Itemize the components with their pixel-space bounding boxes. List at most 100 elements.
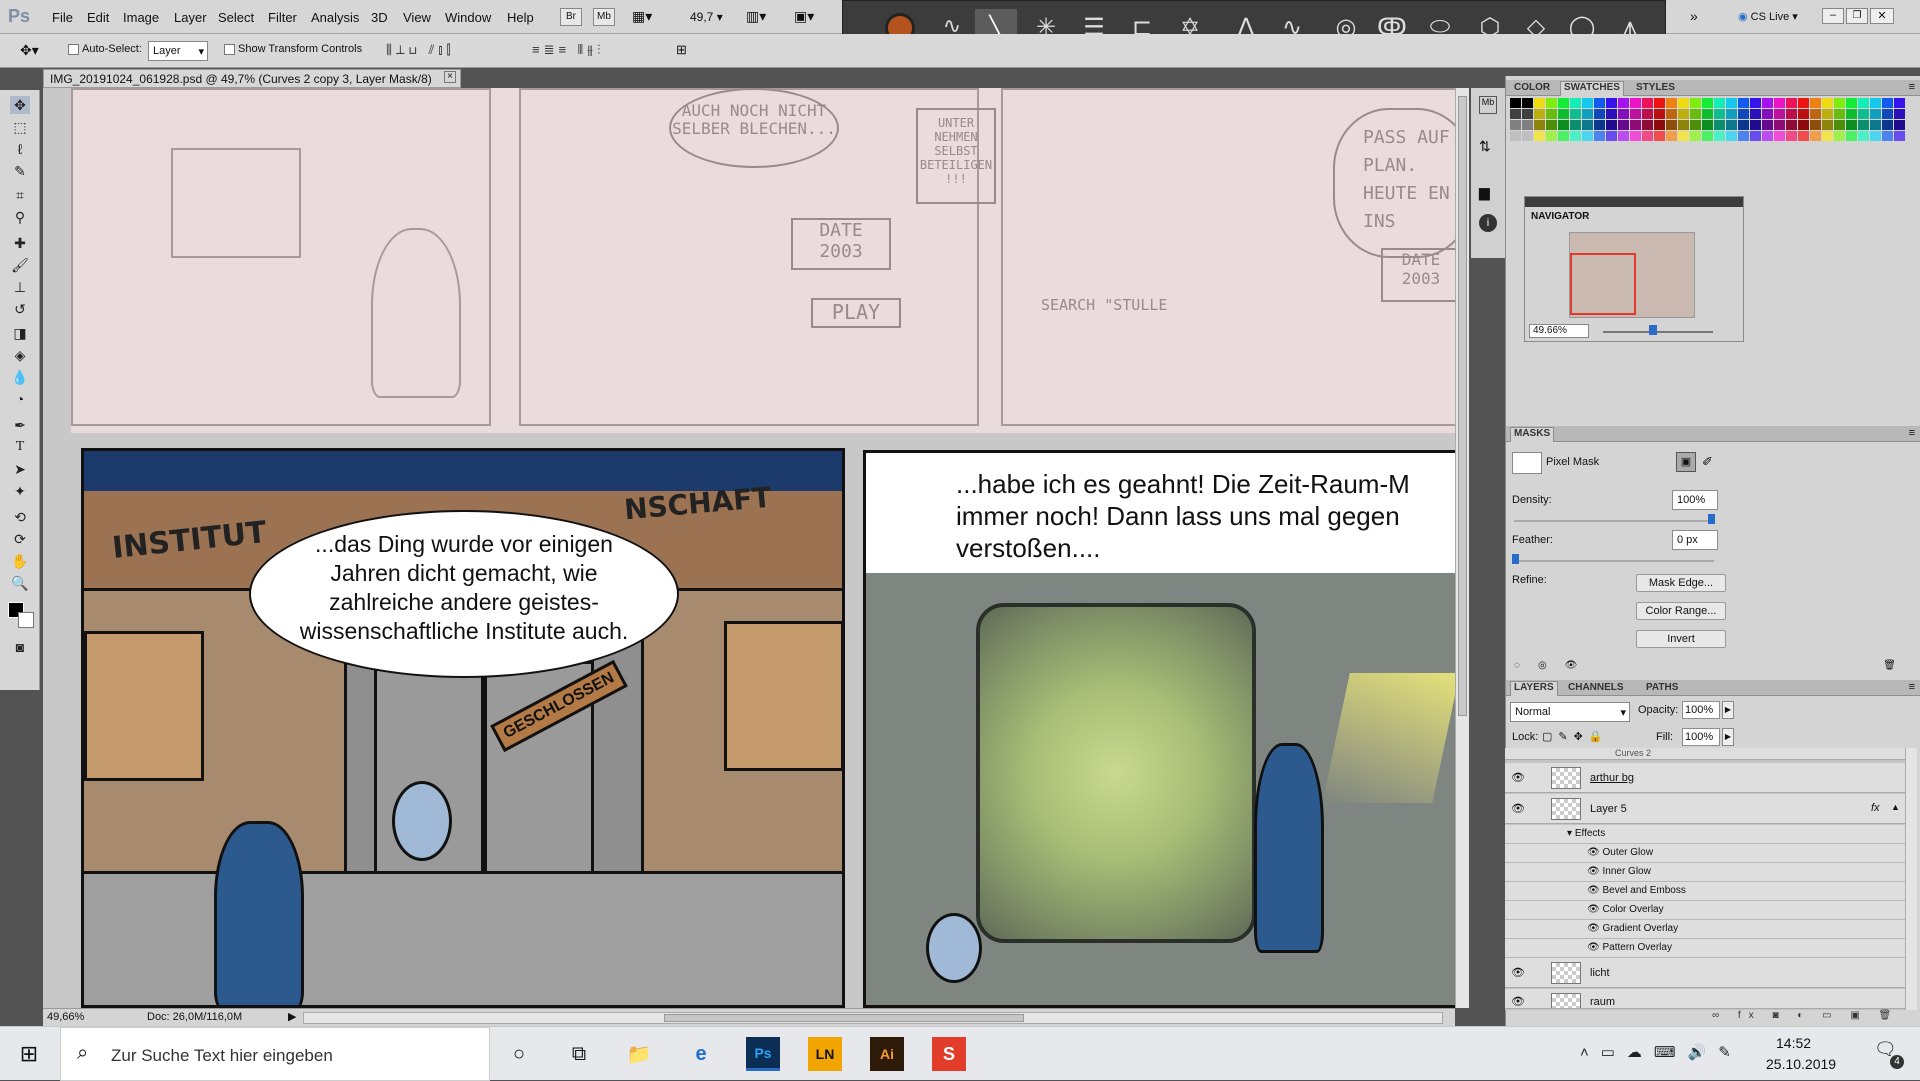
swatch-chip[interactable] [1882, 109, 1893, 119]
swatch-chip[interactable] [1510, 109, 1521, 119]
taskbar-search-box[interactable]: ⌕ Zur Suche Text hier eingeben [60, 1027, 490, 1081]
swatch-chip[interactable] [1786, 98, 1797, 108]
file-explorer-icon[interactable]: 📁 [622, 1037, 656, 1071]
swatch-chip[interactable] [1510, 131, 1521, 141]
layer-name[interactable]: Layer 5 [1590, 803, 1627, 815]
swatch-chip[interactable] [1870, 131, 1881, 141]
add-pixel-mask-icon[interactable]: ▣ [1676, 452, 1696, 472]
swatch-chip[interactable] [1546, 98, 1557, 108]
swatch-chip[interactable] [1618, 120, 1629, 130]
swatch-chip[interactable] [1642, 131, 1653, 141]
system-tray-icons[interactable]: ˄▭☁⌨🔊✎ [1580, 1043, 1743, 1061]
swatch-chip[interactable] [1798, 98, 1809, 108]
swatch-chip[interactable] [1738, 120, 1749, 130]
menu-analysis[interactable]: Analysis [311, 10, 359, 25]
tab-layers[interactable]: LAYERS [1510, 681, 1558, 696]
swatch-chip[interactable] [1894, 120, 1905, 130]
tab-swatches[interactable]: SWATCHES [1560, 81, 1624, 96]
swatch-chip[interactable] [1582, 109, 1593, 119]
hand-tool-icon[interactable]: ✋ [10, 552, 30, 570]
swatch-chip[interactable] [1846, 98, 1857, 108]
show-transform-controls-checkbox[interactable]: Show Transform Controls [224, 43, 362, 55]
menu-view[interactable]: View [403, 10, 431, 25]
swatch-chip[interactable] [1606, 98, 1617, 108]
swatch-chip[interactable] [1618, 98, 1629, 108]
swatch-chip[interactable] [1534, 120, 1545, 130]
arrange-documents-icon[interactable]: ▥▾ [746, 8, 766, 25]
swatch-chip[interactable] [1702, 109, 1713, 119]
swatch-chip[interactable] [1702, 120, 1713, 130]
scroll-thumb-h[interactable] [664, 1014, 1024, 1022]
density-thumb[interactable] [1708, 514, 1715, 524]
swatch-chip[interactable] [1570, 120, 1581, 130]
swatch-chip[interactable] [1882, 120, 1893, 130]
swatch-chip[interactable] [1702, 98, 1713, 108]
swatch-chip[interactable] [1870, 120, 1881, 130]
visibility-eye-icon[interactable]: 👁 [1511, 771, 1525, 784]
mini-bridge-button[interactable]: Mb [593, 8, 615, 26]
move-tool-icon[interactable]: ✥ [10, 96, 30, 114]
effect-row[interactable]: 👁 Inner Glow [1505, 863, 1905, 882]
more-workspaces-button[interactable]: » [1690, 8, 1698, 24]
effects-group-row[interactable]: ▾ Effects [1505, 825, 1905, 844]
blur-tool-icon[interactable]: 💧 [10, 368, 30, 386]
layer-row[interactable]: 👁 Layer 5 fx ▲ [1505, 794, 1905, 824]
swatch-chip[interactable] [1714, 109, 1725, 119]
brush-icon[interactable]: 🖌 [10, 256, 30, 274]
distribute-buttons-group[interactable]: ≡≣≡ ⫴⫵⫶ [532, 42, 604, 58]
swatch-chip[interactable] [1666, 131, 1677, 141]
minimize-button[interactable]: – [1822, 8, 1844, 24]
swatch-chip[interactable] [1774, 131, 1785, 141]
swatch-chip[interactable] [1534, 109, 1545, 119]
swatch-chip[interactable] [1714, 98, 1725, 108]
swatch-chip[interactable] [1810, 131, 1821, 141]
auto-select-checkbox[interactable]: Auto-Select: [68, 43, 142, 55]
density-field[interactable]: 100% [1672, 490, 1718, 510]
swatch-chip[interactable] [1594, 109, 1605, 119]
swatch-chip[interactable] [1630, 131, 1641, 141]
swatch-chip[interactable] [1894, 109, 1905, 119]
layer-row[interactable]: 👁 arthur bg [1505, 763, 1905, 793]
swatch-chip[interactable] [1894, 131, 1905, 141]
swatch-chip[interactable] [1738, 131, 1749, 141]
visibility-eye-icon[interactable]: 👁 [1511, 995, 1525, 1008]
swatch-chip[interactable] [1810, 120, 1821, 130]
swatch-chip[interactable] [1798, 120, 1809, 130]
swatch-chip[interactable] [1606, 131, 1617, 141]
swatch-chip[interactable] [1606, 120, 1617, 130]
swatch-chip[interactable] [1762, 98, 1773, 108]
swatch-chip[interactable] [1654, 131, 1665, 141]
quick-select-tool-icon[interactable]: ✎ [10, 162, 30, 180]
quick-mask-icon[interactable]: ◙ [10, 638, 30, 656]
swatch-chip[interactable] [1570, 109, 1581, 119]
swatch-chip[interactable] [1594, 131, 1605, 141]
swatch-chip[interactable] [1570, 98, 1581, 108]
swatch-chip[interactable] [1858, 120, 1869, 130]
swatch-chip[interactable] [1774, 98, 1785, 108]
swatch-chip[interactable] [1690, 131, 1701, 141]
swatch-chip[interactable] [1738, 98, 1749, 108]
document-canvas[interactable]: AUCH NOCH NICHT SELBER BLECHEN... UNTER … [43, 88, 1455, 1008]
layer-collapse-icon[interactable]: ▲ [1891, 802, 1900, 812]
swatch-chip[interactable] [1510, 120, 1521, 130]
swatch-chip[interactable] [1690, 98, 1701, 108]
layer-name[interactable]: raum [1590, 996, 1615, 1008]
menu-3d[interactable]: 3D [371, 10, 388, 25]
swatch-chip[interactable] [1510, 98, 1521, 108]
swatch-chip[interactable] [1546, 131, 1557, 141]
menu-select[interactable]: Select [218, 10, 254, 25]
swatch-chip[interactable] [1702, 131, 1713, 141]
menu-layer[interactable]: Layer [174, 10, 207, 25]
swatch-chip[interactable] [1834, 109, 1845, 119]
swatch-chip[interactable] [1726, 98, 1737, 108]
swatch-chip[interactable] [1738, 109, 1749, 119]
swatch-chip[interactable] [1690, 109, 1701, 119]
navigator-thumbnail[interactable] [1569, 232, 1695, 318]
menu-edit[interactable]: Edit [87, 10, 109, 25]
swatch-chip[interactable] [1582, 131, 1593, 141]
swatch-chip[interactable] [1762, 109, 1773, 119]
swatch-chip[interactable] [1678, 98, 1689, 108]
swatch-chip[interactable] [1798, 109, 1809, 119]
stamp-tool-icon[interactable]: ⊥ [10, 278, 30, 296]
zoom-level-select[interactable]: 49,7 ▾ [690, 10, 723, 24]
